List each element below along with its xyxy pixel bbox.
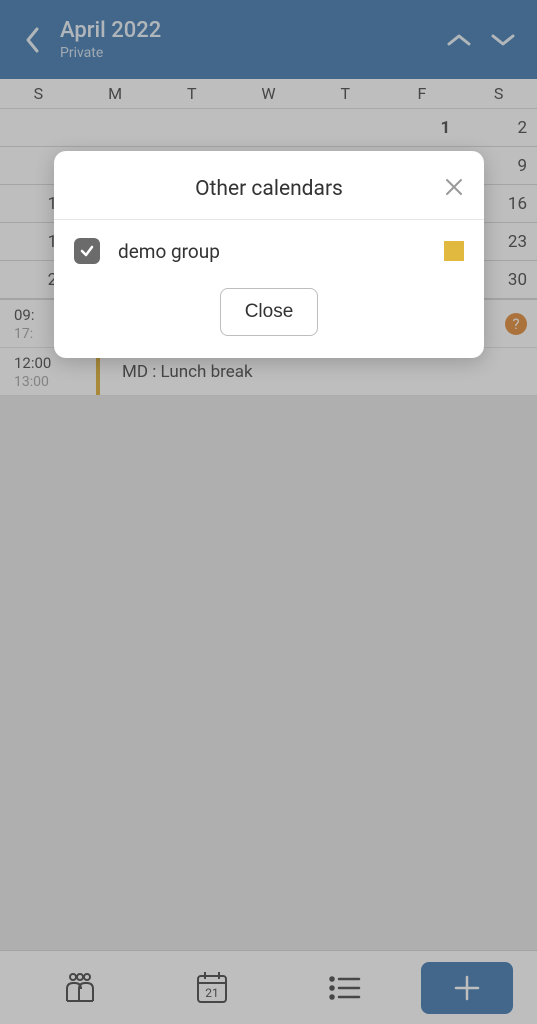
calendar-option-label: demo group	[100, 240, 444, 263]
close-icon	[444, 177, 464, 197]
close-button[interactable]: Close	[220, 288, 319, 336]
other-calendars-modal: Other calendars demo group Close	[54, 151, 484, 358]
check-icon	[79, 243, 95, 259]
modal-header: Other calendars	[54, 151, 484, 220]
calendar-checkbox[interactable]	[74, 238, 100, 264]
modal-title: Other calendars	[54, 177, 484, 201]
calendar-option-row[interactable]: demo group	[54, 220, 484, 288]
modal-close-x[interactable]	[440, 173, 468, 201]
calendar-color-swatch	[444, 241, 464, 261]
